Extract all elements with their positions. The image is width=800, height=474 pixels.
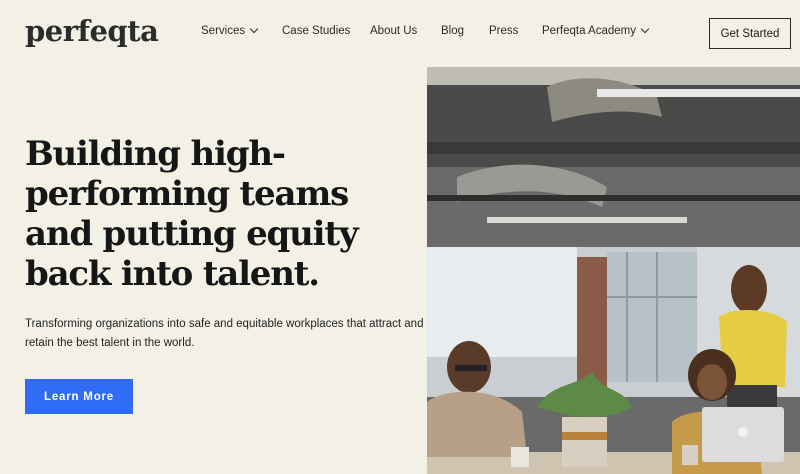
nav-item-blog[interactable]: Blog	[441, 25, 489, 37]
chevron-down-icon	[249, 24, 259, 34]
hero-subtitle-line: retain the best talent in the world.	[25, 337, 195, 349]
hero-title-line: and putting equity	[25, 214, 359, 254]
nav-item-about-us[interactable]: About Us	[370, 25, 441, 37]
nav-item-services[interactable]: Services	[201, 24, 282, 37]
logo[interactable]: perfeqta	[25, 14, 159, 48]
office-team-image	[427, 67, 800, 474]
get-started-button[interactable]: Get Started	[709, 18, 791, 49]
hero-photo	[427, 67, 800, 474]
nav-item-case-studies[interactable]: Case Studies	[282, 25, 370, 37]
hero-subtitle-line: Transforming organizations into safe and…	[25, 318, 424, 330]
main-nav: Services Case Studies About Us Blog Pres…	[201, 24, 650, 37]
hero-title-line: Building high-	[25, 134, 286, 174]
chevron-down-icon	[640, 24, 650, 34]
nav-item-press[interactable]: Press	[489, 25, 542, 37]
nav-item-label: Services	[201, 25, 246, 37]
nav-item-perfeqta-academy[interactable]: Perfeqta Academy	[542, 24, 650, 37]
hero-title-line: performing teams	[25, 174, 349, 214]
hero-title-line: back into talent.	[25, 254, 320, 294]
learn-more-button[interactable]: Learn More	[25, 379, 133, 414]
hero-title: Building high- performing teams and putt…	[25, 134, 405, 294]
site-header: perfeqta Services Case Studies About Us …	[0, 0, 800, 67]
nav-item-label: About Us	[370, 25, 418, 37]
nav-item-label: Press	[489, 25, 519, 37]
nav-item-label: Perfeqta Academy	[542, 25, 636, 37]
hero-subtitle: Transforming organizations into safe and…	[25, 315, 424, 353]
nav-item-label: Case Studies	[282, 25, 351, 37]
nav-item-label: Blog	[441, 25, 465, 37]
